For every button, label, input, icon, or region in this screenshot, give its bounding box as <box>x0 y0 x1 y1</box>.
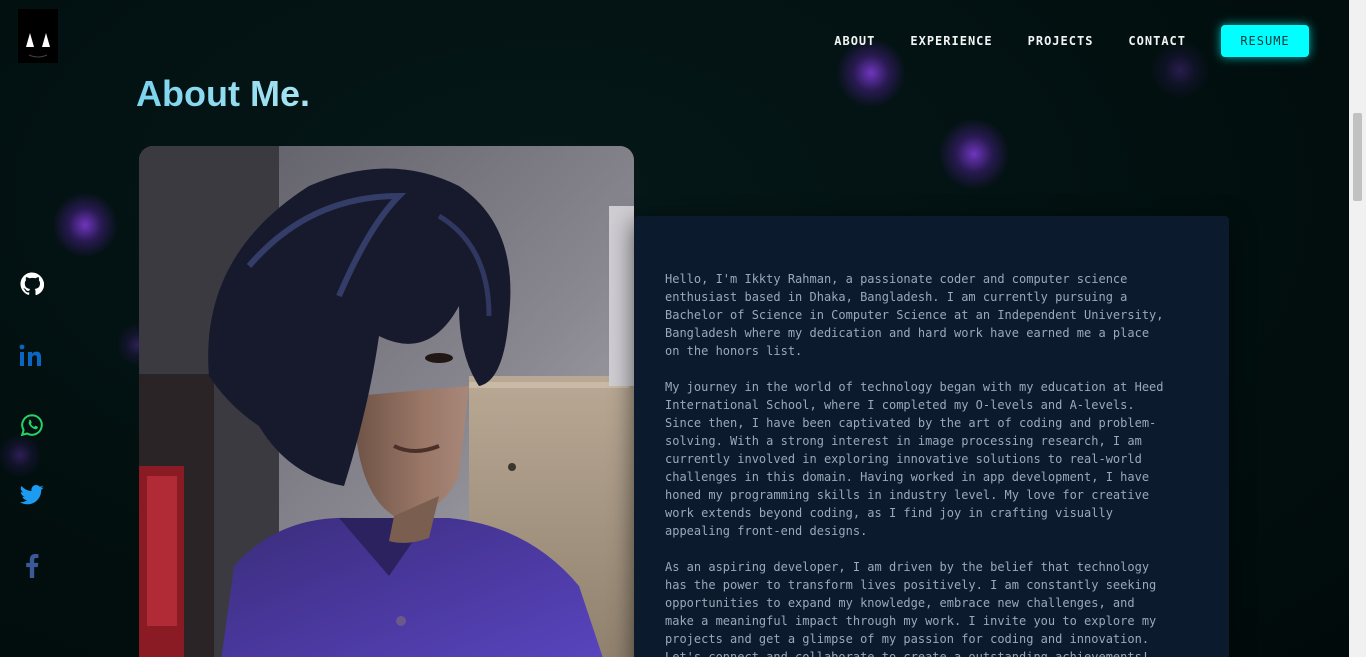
section-title: About Me. <box>136 73 310 114</box>
about-card: Hello, I'm Ikkty Rahman, a passionate co… <box>634 216 1229 657</box>
about-paragraph: As an aspiring developer, I am driven by… <box>665 560 1157 657</box>
profile-photo <box>139 146 634 657</box>
facebook-link[interactable] <box>19 553 45 579</box>
nav-projects-link[interactable]: PROJECTS <box>1028 34 1094 48</box>
facebook-icon <box>26 554 39 578</box>
portrait-image <box>139 146 634 657</box>
nav-experience-link[interactable]: EXPERIENCE <box>910 34 992 48</box>
nav-contact-link[interactable]: CONTACT <box>1128 34 1186 48</box>
resume-button[interactable]: RESUME <box>1221 25 1309 57</box>
twitter-link[interactable] <box>19 482 45 508</box>
site-logo[interactable] <box>18 9 58 63</box>
page: ABOUT EXPERIENCE PROJECTS CONTACT RESUME… <box>0 0 1366 657</box>
github-icon <box>20 272 44 296</box>
twitter-icon <box>20 485 44 505</box>
about-paragraph: My journey in the world of technology be… <box>665 380 1164 538</box>
page-scrollbar[interactable] <box>1349 0 1366 657</box>
about-paragraph: Hello, I'm Ikkty Rahman, a passionate co… <box>665 272 1164 358</box>
glow-decoration <box>52 192 118 258</box>
cat-logo-icon <box>18 9 58 63</box>
linkedin-icon <box>19 344 41 366</box>
linkedin-link[interactable] <box>19 343 45 369</box>
top-nav: ABOUT EXPERIENCE PROJECTS CONTACT RESUME <box>834 25 1309 57</box>
whatsapp-icon <box>20 414 43 437</box>
whatsapp-link[interactable] <box>19 412 45 438</box>
scrollbar-thumb[interactable] <box>1353 113 1362 201</box>
nav-about-link[interactable]: ABOUT <box>834 34 875 48</box>
glow-decoration <box>938 118 1010 190</box>
github-link[interactable] <box>19 271 45 297</box>
